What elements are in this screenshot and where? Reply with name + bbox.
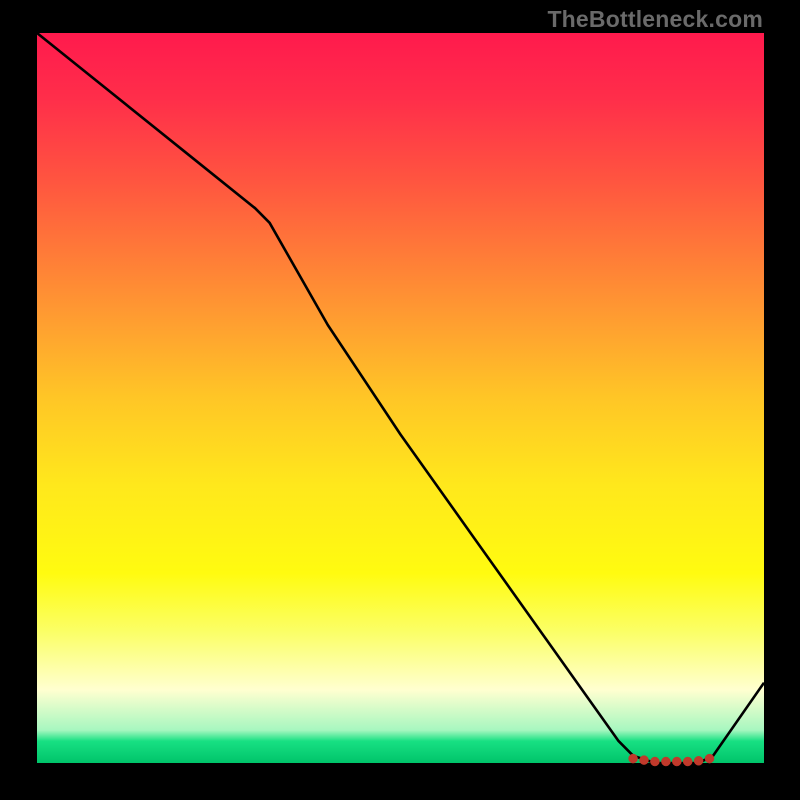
optimum-marker — [694, 756, 703, 765]
optimum-marker — [683, 757, 692, 766]
optimum-marker — [661, 757, 670, 766]
chart-frame: TheBottleneck.com — [0, 0, 800, 800]
optimum-marker — [672, 757, 681, 766]
optimum-marker — [705, 754, 714, 763]
optimum-marker — [629, 754, 638, 763]
chart-overlay — [37, 33, 764, 763]
optimum-marker — [640, 756, 649, 765]
bottleneck-curve — [37, 33, 764, 763]
optimum-marker — [650, 757, 659, 766]
watermark-text: TheBottleneck.com — [547, 6, 763, 33]
